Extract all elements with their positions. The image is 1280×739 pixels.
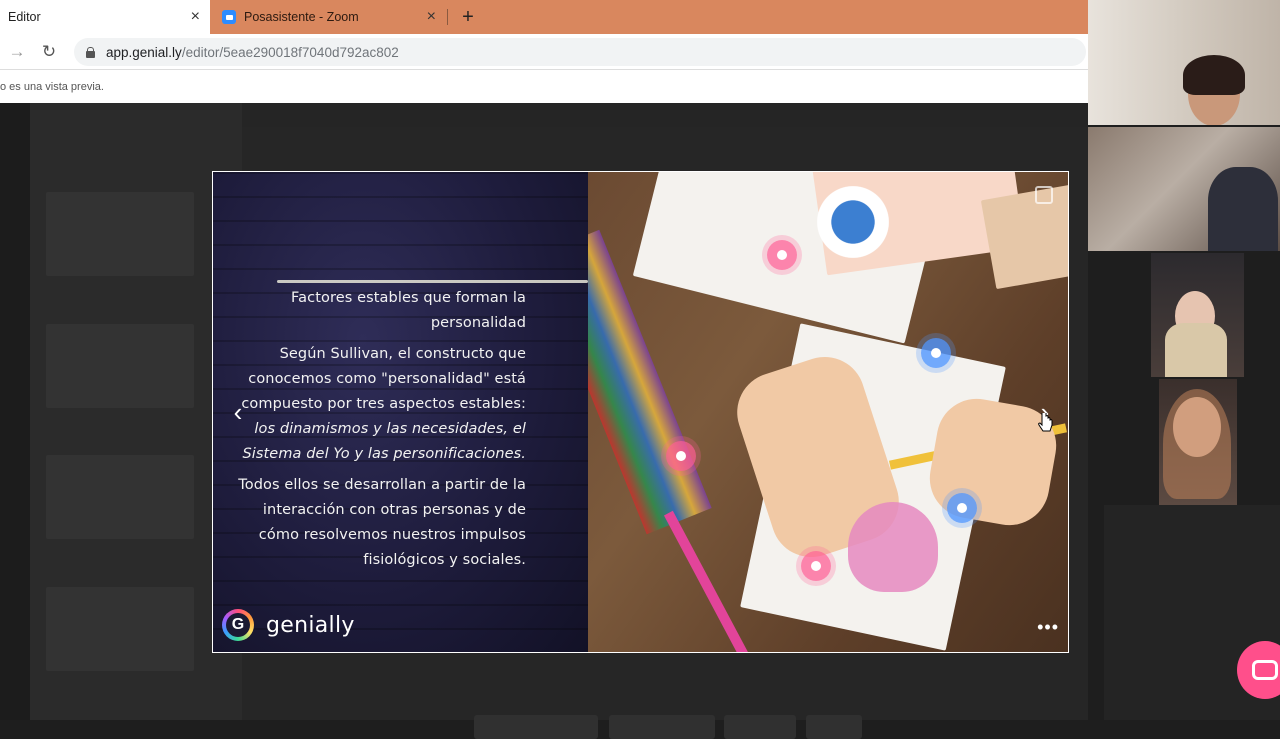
hotspot-button[interactable] <box>767 240 797 270</box>
address-bar: → ↻ app.genial.ly/editor/5eae290018f7040… <box>0 34 1088 70</box>
genially-logo[interactable]: G genially <box>222 609 355 641</box>
genially-logo-icon: G <box>222 609 254 641</box>
tab-label: Posasistente - Zoom <box>244 10 359 24</box>
editor-slide-panel <box>30 103 242 720</box>
browser-window: Editor × Posasistente - Zoom × + → ↻ app… <box>0 0 1088 739</box>
hotspot-button[interactable] <box>801 551 831 581</box>
tab-bar: Editor × Posasistente - Zoom × + <box>0 0 1088 34</box>
more-icon[interactable]: ••• <box>1037 617 1059 638</box>
url-input[interactable]: app.genial.ly/editor/5eae290018f7040d792… <box>74 38 1086 66</box>
hotspot-button[interactable] <box>921 338 951 368</box>
slide-preview: Factores estables que forman la personal… <box>212 171 1069 653</box>
close-icon[interactable]: × <box>191 8 200 26</box>
lock-icon <box>86 46 95 58</box>
participant-hair <box>1183 55 1245 95</box>
logo-glyph: G <box>226 613 250 637</box>
participant-video[interactable] <box>1151 253 1244 377</box>
slide-paragraph-2: Todos ellos se desarrollan a partir de l… <box>238 477 526 568</box>
new-tab-button[interactable]: + <box>456 0 480 34</box>
tab-divider <box>447 9 448 25</box>
chevron-left-icon[interactable]: ‹ <box>224 392 252 432</box>
chalk-divider <box>277 280 588 283</box>
editor-left-rail <box>0 103 30 720</box>
zoom-icon <box>222 10 236 24</box>
coloring-page <box>980 184 1068 290</box>
editor-tool[interactable] <box>806 715 862 739</box>
hotspot-button[interactable] <box>666 441 696 471</box>
slide-paragraph-1: Según Sullivan, el constructo que conoce… <box>236 342 526 467</box>
editor-tool[interactable] <box>609 715 715 739</box>
paragraph-text: Según Sullivan, el constructo que conoce… <box>241 346 526 412</box>
slide-thumbnail[interactable] <box>46 192 194 276</box>
slide-thumbnail[interactable] <box>46 587 194 671</box>
slide-heading: Factores estables que forman la personal… <box>291 290 526 331</box>
hotspot-button[interactable] <box>947 493 977 523</box>
slide-body: Factores estables que forman la personal… <box>236 286 526 579</box>
reload-icon[interactable]: ↻ <box>38 34 60 70</box>
participant-body <box>1165 323 1227 377</box>
tab-label: Editor <box>8 10 41 24</box>
slide-thumbnail[interactable] <box>46 455 194 539</box>
participant-video[interactable] <box>1159 379 1237 505</box>
close-icon[interactable]: × <box>427 8 436 26</box>
logo-text: genially <box>266 612 355 638</box>
participant-hair <box>1163 389 1231 499</box>
coloring-photo: › ••• <box>588 172 1068 652</box>
participant-video[interactable] <box>1088 127 1280 251</box>
tab-editor[interactable]: Editor × <box>0 0 210 34</box>
editor-tool[interactable] <box>474 715 598 739</box>
tab-zoom[interactable]: Posasistente - Zoom × <box>210 0 446 34</box>
url-host: app.genial.ly <box>106 44 182 60</box>
editor-tool[interactable] <box>724 715 796 739</box>
colored-dress <box>848 502 938 592</box>
forward-arrow-icon[interactable]: → <box>6 34 28 70</box>
slide-thumbnail[interactable] <box>46 324 194 408</box>
participant-video[interactable] <box>1088 0 1280 125</box>
hand-cursor-icon <box>1038 413 1053 432</box>
paragraph-italic: los dinamismos y las necesidades, el Sis… <box>242 421 526 462</box>
fullscreen-icon[interactable] <box>1035 186 1053 204</box>
preview-notice: o es una vista previa. <box>0 70 1088 103</box>
url-path: /editor/5eae290018f7040d792ac802 <box>181 44 399 60</box>
participant-face <box>1208 167 1278 251</box>
zoom-participants-panel <box>1088 0 1280 720</box>
penguin-drawing <box>798 177 908 267</box>
slide-text-panel: Factores estables que forman la personal… <box>213 172 588 652</box>
